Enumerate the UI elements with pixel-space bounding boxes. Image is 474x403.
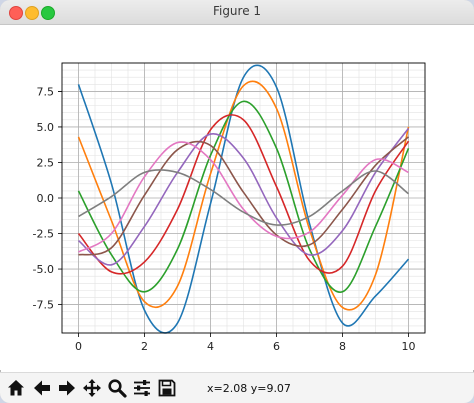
y-tick-label: -7.5 [33, 299, 54, 312]
sliders-icon [134, 380, 150, 396]
pan-button[interactable] [80, 376, 104, 400]
y-tick-label: 2.5 [37, 156, 55, 169]
magnifier-icon [108, 379, 127, 398]
navigation-toolbar: x=2.08 y=9.07 [0, 372, 474, 403]
x-tick-label: 4 [207, 340, 214, 353]
zoom-button[interactable] [105, 376, 129, 400]
y-tick-label: -2.5 [33, 228, 54, 241]
x-tick-label: 2 [141, 340, 148, 353]
y-tick-label: -5.0 [33, 263, 54, 276]
floppy-disk-icon [158, 379, 176, 397]
cursor-coordinates: x=2.08 y=9.07 [207, 382, 291, 395]
x-tick-label: 0 [75, 340, 82, 353]
x-tick-label: 6 [273, 340, 280, 353]
arrow-right-icon [59, 380, 75, 396]
x-tick-label: 10 [402, 340, 416, 353]
save-button[interactable] [155, 376, 179, 400]
configure-subplots-button[interactable] [130, 376, 154, 400]
x-tick-label: 8 [339, 340, 346, 353]
move-icon [83, 379, 101, 397]
home-icon [8, 380, 24, 396]
title-bar[interactable]: Figure 1 [0, 0, 474, 25]
arrow-left-icon [34, 380, 50, 396]
y-tick-label: 0.0 [37, 192, 55, 205]
figure-canvas[interactable]: 0 2 4 6 8 10 -7.5 -5.0 -2.5 0.0 2.5 5.0 7.5 [0, 25, 474, 370]
line-chart[interactable]: 0 2 4 6 8 10 -7.5 -5.0 -2.5 0.0 2.5 5.0 7.5 [0, 25, 474, 370]
figure-window: Figure 1 0 2 4 6 8 10 -7.5 -5.0 -2.5 0.0 2.5 5.0 7.5 [0, 0, 474, 403]
y-tick-label: 7.5 [37, 85, 55, 98]
home-button[interactable] [4, 376, 28, 400]
back-button[interactable] [30, 376, 54, 400]
y-tick-label: 5.0 [37, 121, 55, 134]
forward-button[interactable] [55, 376, 79, 400]
window-title: Figure 1 [212, 4, 262, 18]
